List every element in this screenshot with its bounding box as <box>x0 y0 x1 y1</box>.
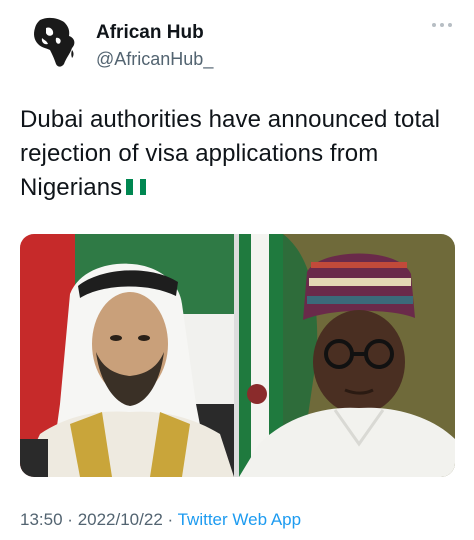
tweet-header: African Hub @AfricanHub_ <box>20 8 454 78</box>
tweet-media[interactable] <box>20 234 455 477</box>
nigeria-flag-icon <box>126 178 147 195</box>
tweet-text-content: Dubai authorities have announced total r… <box>20 106 441 201</box>
portrait-white-ghutra-image <box>20 234 234 477</box>
photo-left[interactable] <box>20 234 234 477</box>
author-handle[interactable]: @AfricanHub_ <box>96 48 213 70</box>
meta-separator: · <box>167 510 174 529</box>
meta-separator: · <box>67 510 73 529</box>
author-name[interactable]: African Hub <box>96 22 204 44</box>
tweet-meta: 13:50 · 2022/10/22 · Twitter Web App <box>20 509 301 531</box>
portrait-patterned-cap-image <box>239 234 455 477</box>
africa-map-logo-icon <box>20 8 86 74</box>
tweet-date[interactable]: 2022/10/22 <box>78 510 163 529</box>
photo-right[interactable] <box>239 234 455 477</box>
more-options-icon[interactable] <box>430 20 454 30</box>
avatar[interactable] <box>20 8 86 74</box>
tweet-source-link[interactable]: Twitter Web App <box>178 510 301 529</box>
tweet-text: Dubai authorities have announced total r… <box>20 103 452 205</box>
tweet-time[interactable]: 13:50 <box>20 510 63 529</box>
